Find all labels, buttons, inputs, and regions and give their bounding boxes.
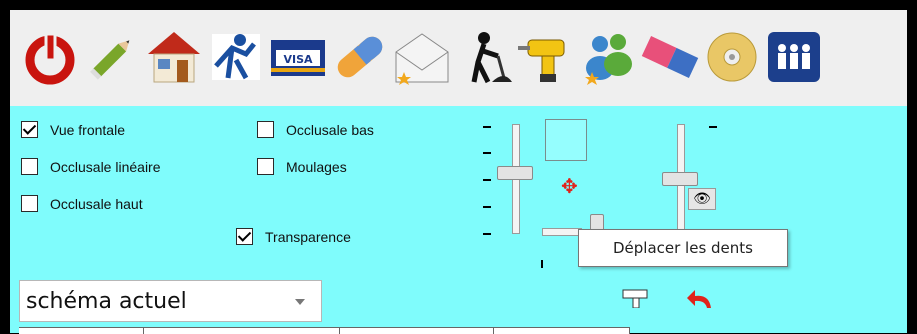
home-button[interactable] bbox=[144, 22, 204, 92]
svg-text:VISA: VISA bbox=[283, 53, 313, 66]
toolbar: VISA bbox=[10, 10, 907, 106]
checkbox-box[interactable] bbox=[257, 158, 274, 175]
checkbox-label: Occlusale haut bbox=[50, 195, 143, 212]
work-button[interactable] bbox=[454, 22, 514, 92]
checkbox-label: Transparence bbox=[265, 228, 351, 245]
drill-icon bbox=[518, 39, 565, 82]
slider-tick bbox=[709, 126, 717, 128]
figure-icon bbox=[212, 34, 260, 80]
power-icon bbox=[25, 32, 75, 85]
chevron-down-icon[interactable] bbox=[295, 299, 305, 305]
cd-icon bbox=[707, 32, 757, 82]
team-button[interactable] bbox=[764, 22, 824, 92]
view-eye-button[interactable]: 👁 bbox=[688, 188, 716, 210]
vue-frontale-checkbox[interactable]: Vue frontale bbox=[21, 121, 125, 138]
undo-button[interactable] bbox=[685, 288, 715, 310]
power-button[interactable] bbox=[20, 22, 80, 92]
checkbox-box[interactable] bbox=[257, 121, 274, 138]
capsule-icon bbox=[337, 36, 383, 78]
disc-button[interactable] bbox=[702, 22, 762, 92]
move-icon[interactable]: ✥ bbox=[561, 176, 578, 196]
slider-thumb[interactable] bbox=[662, 172, 698, 186]
slider-tick bbox=[483, 179, 491, 181]
eraser-icon bbox=[641, 36, 699, 78]
schema-select[interactable]: schéma actuel bbox=[19, 280, 322, 322]
users-icon bbox=[585, 34, 632, 85]
column-divider bbox=[629, 328, 630, 334]
column-divider bbox=[493, 328, 494, 334]
slider-track[interactable] bbox=[542, 228, 582, 236]
tooltip: Déplacer les dents bbox=[578, 229, 788, 267]
payment-button[interactable]: VISA bbox=[268, 22, 328, 92]
pencil-icon bbox=[90, 40, 130, 80]
checkbox-box[interactable] bbox=[21, 195, 38, 212]
users-button[interactable] bbox=[578, 22, 638, 92]
checkbox-box[interactable] bbox=[21, 121, 38, 138]
occlusale-bas-checkbox[interactable]: Occlusale bas bbox=[257, 121, 374, 138]
slider-tick bbox=[541, 260, 543, 268]
undo-icon bbox=[687, 290, 711, 308]
hammer-icon bbox=[622, 289, 648, 309]
credit-card-icon: VISA bbox=[271, 40, 325, 76]
slider-tick bbox=[483, 233, 491, 235]
moulages-checkbox[interactable]: Moulages bbox=[257, 158, 347, 175]
slider-tick bbox=[483, 126, 491, 128]
occlusale-haut-checkbox[interactable]: Occlusale haut bbox=[21, 195, 143, 212]
edit-button[interactable] bbox=[82, 22, 142, 92]
checkbox-label: Occlusale linéaire bbox=[50, 158, 161, 175]
envelope-icon bbox=[395, 33, 449, 85]
drill-button[interactable] bbox=[516, 22, 576, 92]
eye-icon: 👁 bbox=[693, 191, 711, 207]
checkbox-label: Occlusale bas bbox=[286, 121, 374, 138]
app-window: VISA Vue frontale Occlusale linéaire Occ… bbox=[0, 0, 917, 334]
slider-thumb[interactable] bbox=[497, 166, 533, 180]
eraser-button[interactable] bbox=[640, 22, 700, 92]
slider-tick bbox=[483, 206, 491, 208]
column-divider bbox=[339, 328, 340, 334]
checkbox-box[interactable] bbox=[21, 158, 38, 175]
construction-worker-icon bbox=[471, 32, 512, 84]
home-icon bbox=[148, 32, 200, 83]
exercise-button[interactable] bbox=[206, 22, 266, 92]
transparence-checkbox[interactable]: Transparence bbox=[236, 228, 351, 245]
checkbox-label: Vue frontale bbox=[50, 121, 125, 138]
checkbox-label: Moulages bbox=[286, 158, 347, 175]
medication-button[interactable] bbox=[330, 22, 390, 92]
group-icon bbox=[768, 32, 820, 82]
checkbox-box[interactable] bbox=[236, 228, 253, 245]
schema-select-value: schéma actuel bbox=[26, 288, 187, 314]
preview-box bbox=[545, 119, 587, 161]
tool-button[interactable] bbox=[619, 286, 653, 309]
column-divider bbox=[143, 328, 144, 334]
slider-tick bbox=[483, 152, 491, 154]
mail-button[interactable] bbox=[392, 22, 452, 92]
occlusale-lineaire-checkbox[interactable]: Occlusale linéaire bbox=[21, 158, 161, 175]
